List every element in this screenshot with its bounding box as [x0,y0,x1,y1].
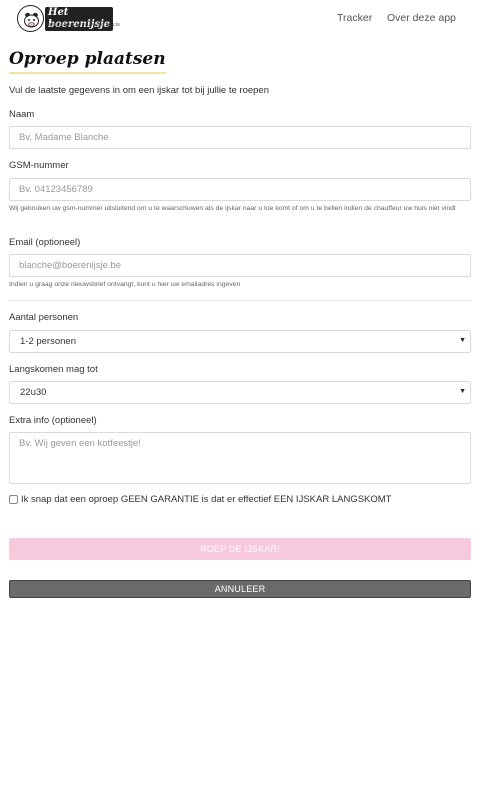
extra-info-label: Extra info (optioneel) [9,415,97,426]
until-label: Langskomen mag tot [9,364,98,375]
intro-text: Vul de laatste gegevens in om een ijskar… [9,85,269,96]
nav-link-about[interactable]: Over deze app [387,12,456,24]
email-help-text: Indien u graag onze nieuwsbrief ontvangt… [9,281,241,288]
name-label: Naam [9,109,35,120]
agree-checkbox[interactable] [9,495,18,504]
dropdown-arrow-icon: ▼ [459,388,466,395]
phone-help-text: Wij gebruiken uw gsm-nummer uitsluitend … [9,205,456,212]
divider [9,300,471,301]
email-input[interactable] [9,254,471,277]
brand-logo[interactable]: Het boerenijsje VERS AMBACHTELIJK HOEVE-… [17,5,120,33]
persons-select[interactable]: 1-2 personen ▼ [9,330,471,353]
dropdown-arrow-icon: ▼ [459,337,466,344]
navbar: Het boerenijsje VERS AMBACHTELIJK HOEVE-… [0,0,480,38]
phone-label: GSM-nummer [9,160,69,171]
until-select[interactable]: 22u30 ▼ [9,381,471,404]
persons-select-value: 1-2 personen [20,336,76,347]
logo-subtitle: VERS AMBACHTELIJK HOEVE-IJS [45,22,120,27]
cancel-button[interactable]: ANNULEER [9,580,471,598]
extra-info-textarea[interactable] [9,432,471,484]
nav-link-tracker[interactable]: Tracker [337,12,372,24]
until-select-value: 22u30 [20,387,47,398]
persons-label: Aantal personen [9,312,79,323]
phone-input[interactable] [9,178,471,201]
email-label: Email (optioneel) [9,237,81,248]
name-input[interactable] [9,126,471,149]
cow-logo-icon [17,5,44,32]
call-icecream-cart-button[interactable]: ROEP DE IJSKAR! [9,538,471,560]
agree-label[interactable]: Ik snap dat een oproep GEEN GARANTIE is … [21,494,391,505]
page-title: Oproep plaatsen [9,49,166,74]
logo-title: Het boerenijsje [45,7,113,31]
